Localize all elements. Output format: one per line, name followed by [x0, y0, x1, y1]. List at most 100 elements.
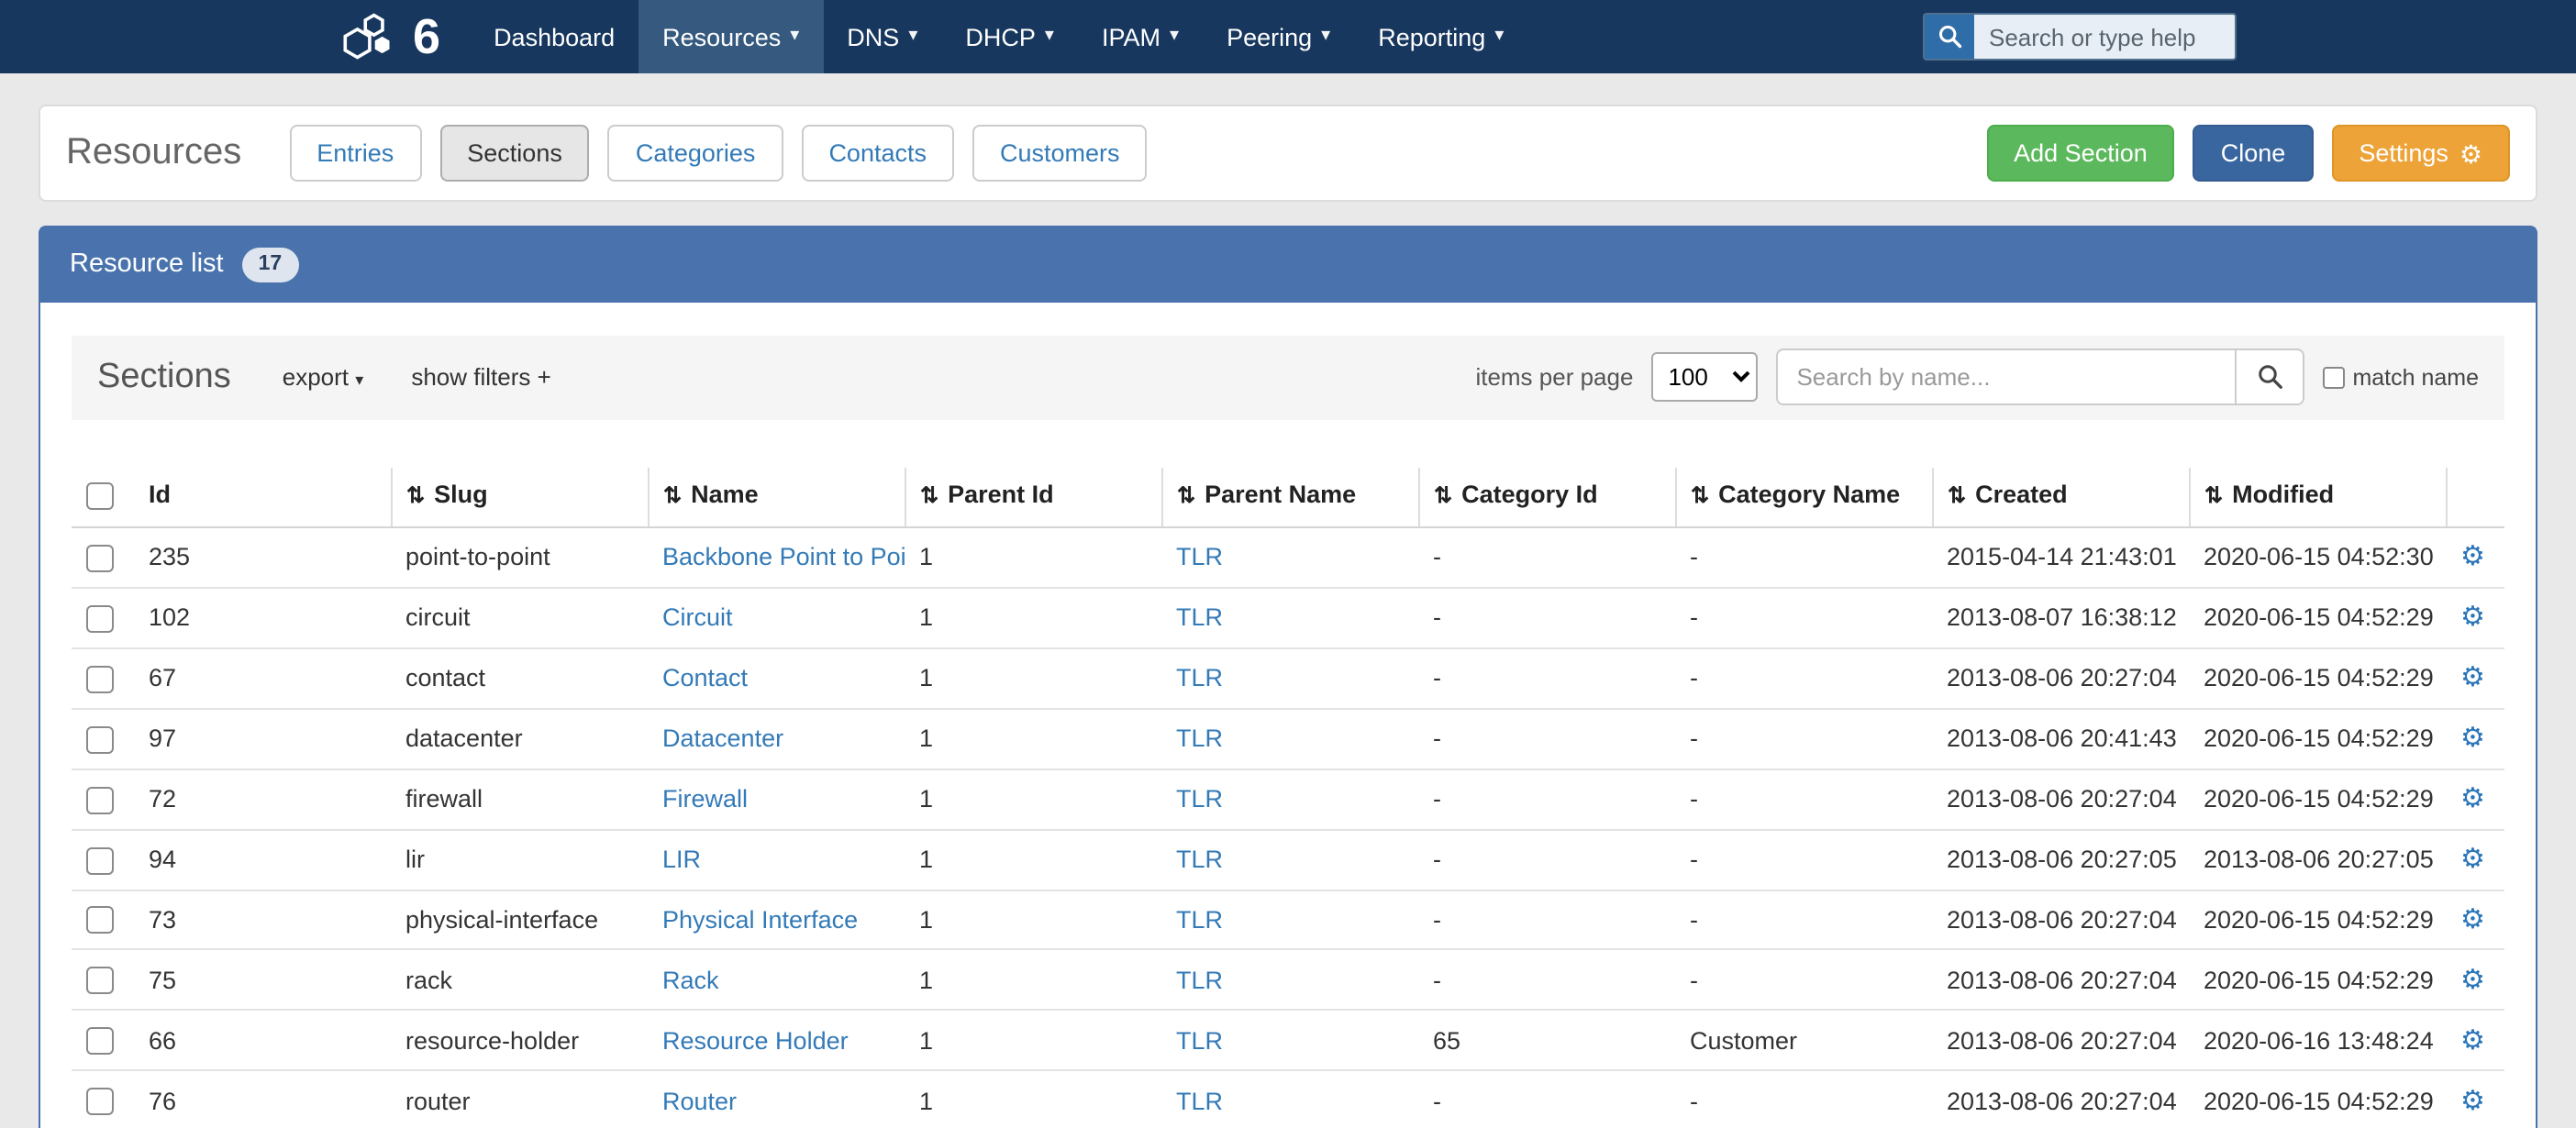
page-title: Resources	[66, 132, 241, 174]
export-dropdown[interactable]: export ▾	[283, 364, 364, 392]
show-filters-toggle[interactable]: show filters +	[411, 364, 550, 392]
parent-name-link[interactable]: TLR	[1176, 544, 1223, 571]
resource-name-link[interactable]: Contact	[662, 664, 748, 691]
column-header[interactable]: ⇅Name	[648, 468, 905, 527]
nav-item[interactable]: Dashboard	[470, 0, 638, 73]
row-checkbox[interactable]	[86, 665, 114, 692]
chevron-down-icon: ▾	[790, 28, 799, 46]
nav-item[interactable]: DNS ▾	[823, 0, 941, 73]
nav-item-label: Peering	[1227, 23, 1312, 50]
row-checkbox[interactable]	[86, 1089, 114, 1116]
resource-name-link[interactable]: Resource Holder	[662, 1027, 849, 1055]
row-checkbox[interactable]	[86, 907, 114, 934]
row-checkbox[interactable]	[86, 725, 114, 753]
app-logo[interactable]: 6	[338, 0, 440, 73]
column-header[interactable]: ⇅ Parent Name	[1161, 468, 1418, 527]
match-name-checkbox[interactable]	[2323, 367, 2345, 389]
row-settings-gear-icon[interactable]: ⚙	[2460, 844, 2485, 875]
chevron-down-icon: ▾	[355, 371, 363, 390]
sort-icon[interactable]: ⇅	[1177, 483, 1195, 509]
row-settings-gear-icon[interactable]: ⚙	[2460, 1025, 2485, 1056]
parent-name-link[interactable]: TLR	[1176, 785, 1223, 813]
cell-category-name: -	[1675, 648, 1932, 709]
column-header[interactable]: ⇅Slug	[391, 468, 648, 527]
nav-item[interactable]: IPAM ▾	[1078, 0, 1203, 73]
select-all-checkbox[interactable]	[86, 482, 114, 510]
row-settings-gear-icon[interactable]: ⚙	[2460, 965, 2485, 996]
sort-icon[interactable]: ⇅	[1691, 483, 1709, 509]
search-button[interactable]	[2235, 349, 2304, 406]
row-actions-cell: ⚙	[2446, 527, 2504, 588]
table-header-row: Id ⇅Slug ⇅Name ⇅Parent	[72, 468, 2504, 527]
sort-icon[interactable]: ⇅	[920, 483, 938, 509]
add-section-button[interactable]: Add Section	[1986, 125, 2175, 182]
column-header-label: Category Id	[1461, 481, 1598, 509]
row-settings-gear-icon[interactable]: ⚙	[2460, 662, 2485, 693]
resource-name-link[interactable]: LIR	[662, 846, 701, 873]
sort-icon[interactable]: ⇅	[1948, 483, 1966, 509]
row-settings-gear-icon[interactable]: ⚙	[2460, 603, 2485, 634]
sort-icon[interactable]: ⇅	[1434, 483, 1452, 509]
search-icon	[2256, 364, 2283, 392]
cell-category-id: -	[1418, 648, 1675, 709]
parent-name-link[interactable]: TLR	[1176, 664, 1223, 691]
column-header[interactable]: ⇅Created	[1932, 468, 2189, 527]
items-per-page-label: items per page	[1475, 364, 1633, 392]
sections-table: Id ⇅Slug ⇅Name ⇅Parent	[72, 468, 2504, 1128]
resource-name-link[interactable]: Circuit	[662, 604, 733, 632]
tab-button[interactable]: Contacts	[801, 125, 954, 182]
row-checkbox[interactable]	[86, 786, 114, 813]
settings-button[interactable]: Settings ⚙	[2331, 125, 2510, 182]
row-settings-gear-icon[interactable]: ⚙	[2460, 1086, 2485, 1117]
clone-button[interactable]: Clone	[2193, 125, 2314, 182]
resource-name-link[interactable]: Backbone Point to Point	[662, 544, 905, 571]
row-checkbox[interactable]	[86, 545, 114, 572]
row-settings-gear-icon[interactable]: ⚙	[2460, 904, 2485, 935]
row-actions-cell: ⚙	[2446, 588, 2504, 648]
tab-button[interactable]: Customers	[972, 125, 1148, 182]
sort-icon[interactable]: ⇅	[406, 483, 425, 509]
row-checkbox[interactable]	[86, 968, 114, 995]
cell-category-id: 65	[1418, 1011, 1675, 1071]
name-search-input[interactable]	[1776, 349, 2235, 406]
nav-item[interactable]: Reporting ▾	[1354, 0, 1527, 73]
parent-name-link[interactable]: TLR	[1176, 846, 1223, 873]
row-checkbox[interactable]	[86, 605, 114, 633]
column-header[interactable]: ⇅Category Name	[1675, 468, 1932, 527]
parent-name-link[interactable]: TLR	[1176, 724, 1223, 752]
table-body: 235 point-to-point Backbone Point to Poi…	[72, 527, 2504, 1128]
column-header[interactable]: Id	[134, 468, 391, 527]
items-per-page-select[interactable]: 100	[1651, 353, 1758, 403]
tab-button[interactable]: Sections	[439, 125, 590, 182]
table-row: 235 point-to-point Backbone Point to Poi…	[72, 527, 2504, 588]
column-header[interactable]: ⇅ Category Id	[1418, 468, 1675, 527]
parent-name-link[interactable]: TLR	[1176, 1027, 1223, 1055]
resource-name-link[interactable]: Rack	[662, 967, 719, 994]
parent-name-link[interactable]: TLR	[1176, 604, 1223, 632]
row-settings-gear-icon[interactable]: ⚙	[2460, 783, 2485, 814]
nav-item[interactable]: Resources ▾	[638, 0, 823, 73]
nav-item[interactable]: DHCP ▾	[941, 0, 1078, 73]
nav-item[interactable]: Peering ▾	[1203, 0, 1354, 73]
column-header-label: Parent Name	[1205, 481, 1356, 509]
tab-button[interactable]: Categories	[608, 125, 783, 182]
sort-icon[interactable]: ⇅	[663, 483, 682, 509]
row-checkbox[interactable]	[86, 846, 114, 874]
chevron-down-icon: ▾	[1170, 28, 1179, 46]
parent-name-link[interactable]: TLR	[1176, 1088, 1223, 1115]
resource-name-link[interactable]: Firewall	[662, 785, 748, 813]
resource-name-link[interactable]: Router	[662, 1088, 737, 1115]
column-header[interactable]: ⇅Parent Id	[905, 468, 1161, 527]
search-icon[interactable]	[1925, 15, 1974, 59]
parent-name-link[interactable]: TLR	[1176, 906, 1223, 934]
parent-name-link[interactable]: TLR	[1176, 967, 1223, 994]
help-search-input[interactable]	[1974, 15, 2235, 59]
sort-icon[interactable]: ⇅	[2204, 483, 2223, 509]
row-checkbox[interactable]	[86, 1028, 114, 1056]
resource-name-link[interactable]: Datacenter	[662, 724, 783, 752]
row-settings-gear-icon[interactable]: ⚙	[2460, 723, 2485, 754]
column-header[interactable]: ⇅Modified	[2189, 468, 2446, 527]
tab-button[interactable]: Entries	[289, 125, 421, 182]
resource-name-link[interactable]: Physical Interface	[662, 906, 858, 934]
row-settings-gear-icon[interactable]: ⚙	[2460, 542, 2485, 573]
